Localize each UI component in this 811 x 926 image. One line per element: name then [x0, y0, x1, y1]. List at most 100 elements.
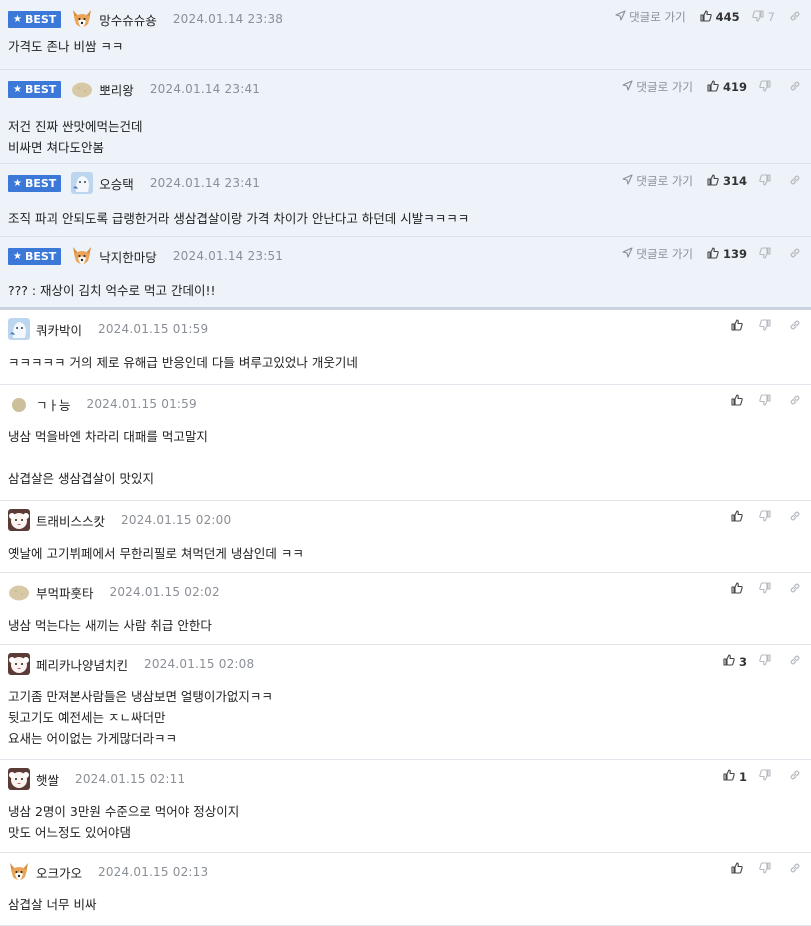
goto-label: 댓글로 가기 [629, 10, 686, 24]
best-label: BEST [24, 176, 57, 190]
dislike-button[interactable] [759, 582, 775, 597]
share-link-button[interactable] [789, 174, 801, 189]
dislike-button[interactable] [759, 319, 775, 334]
avatar[interactable] [8, 509, 30, 531]
dislike-button[interactable] [759, 654, 775, 669]
dislike-button[interactable] [759, 246, 775, 262]
like-button[interactable] [731, 582, 747, 597]
goto-comment-link[interactable]: 댓글로 가기 [615, 9, 686, 25]
star-icon: ★ [13, 83, 22, 95]
nickname[interactable]: ㄱㅏ능 [36, 395, 71, 414]
thumbs-down-icon [759, 862, 775, 877]
avatar[interactable] [71, 245, 93, 267]
comment-text: ??? : 재상이 김치 억수로 먹고 간데이!! [8, 283, 216, 298]
like-count: 139 [722, 247, 747, 261]
dislike-button[interactable] [759, 862, 775, 877]
nickname[interactable]: 부먹파훗타 [36, 583, 94, 602]
send-icon [622, 247, 636, 261]
thumbs-up-icon [707, 246, 723, 262]
like-button[interactable]: 3 [723, 654, 747, 669]
avatar[interactable] [8, 581, 30, 603]
best-comment: ★ BEST 망수슈슈숑 2024.01.14 23:38 댓글로 가기 445 7 가격도 … [0, 0, 811, 70]
nickname[interactable]: 햇쌀 [36, 770, 59, 789]
avatar[interactable] [8, 768, 30, 790]
share-link-button[interactable] [789, 654, 801, 669]
avatar[interactable] [71, 172, 94, 194]
avatar[interactable] [71, 8, 93, 30]
like-button[interactable]: 419 [707, 79, 747, 95]
thumbs-down-icon [759, 79, 775, 95]
share-link-button[interactable] [789, 247, 801, 262]
dislike-button[interactable] [759, 79, 775, 95]
thumbs-down-icon [759, 394, 775, 409]
like-button[interactable] [731, 862, 747, 877]
comment-text: 냉삼 먹는다는 새끼는 사람 취급 안한다 [8, 618, 212, 633]
dislike-button[interactable] [759, 173, 775, 189]
comment-list: ★ BEST 망수슈슈숑 2024.01.14 23:38 댓글로 가기 445 7 가격도 … [0, 0, 811, 926]
comment-actions [731, 319, 801, 334]
share-link-button[interactable] [789, 10, 801, 25]
goto-comment-link[interactable]: 댓글로 가기 [622, 79, 693, 95]
link-icon [789, 319, 801, 334]
comment-header: 햇쌀 2024.01.15 02:11 [8, 768, 185, 790]
avatar[interactable] [8, 653, 30, 675]
best-label: BEST [24, 249, 57, 263]
share-link-button[interactable] [789, 582, 801, 597]
share-link-button[interactable] [789, 510, 801, 525]
avatar[interactable] [8, 318, 30, 340]
comment: 오크가오 2024.01.15 02:13 삼겹살 너무 비싸 [0, 853, 811, 926]
thumbs-up-icon [723, 769, 739, 784]
thumbs-down-icon [759, 654, 775, 669]
best-comment: ★ BEST 오승택 2024.01.14 23:41 댓글로 가기 314 조직 파괴 안… [0, 164, 811, 237]
nickname[interactable]: 뽀리왕 [99, 80, 134, 99]
share-link-button[interactable] [789, 394, 801, 409]
like-button[interactable]: 314 [707, 173, 747, 189]
share-link-button[interactable] [789, 319, 801, 334]
nickname[interactable]: 트래비스스캇 [36, 511, 105, 530]
comment-text: 냉삼 먹을바엔 차라리 대패를 먹고말지 삼겹살은 생삼겹살이 맛있지 [8, 429, 208, 486]
dislike-button[interactable] [759, 394, 775, 409]
like-button[interactable]: 1 [723, 769, 747, 784]
thumbs-down-icon [759, 173, 775, 189]
comment-actions [731, 510, 801, 525]
star-icon: ★ [13, 250, 22, 262]
like-button[interactable]: 139 [707, 246, 747, 262]
thumbs-up-icon [731, 319, 747, 334]
best-badge: ★ BEST [8, 80, 62, 98]
comment-date: 2024.01.15 02:00 [121, 513, 232, 527]
comment: 햇쌀 2024.01.15 02:11 1 냉삼 2명이 3만원 수준으로 먹어야 정… [0, 760, 811, 853]
avatar[interactable] [8, 861, 30, 883]
comment-text: 고기좀 만져본사람들은 냉삼보면 얼탱이가없지ㅋㅋ 뒷고기도 예전세는 ㅈㄴ싸더… [8, 689, 273, 746]
dislike-button[interactable]: 7 [751, 9, 775, 25]
comment-date: 2024.01.15 01:59 [86, 397, 197, 411]
like-button[interactable] [731, 394, 747, 409]
share-link-button[interactable] [789, 80, 801, 95]
comment-date: 2024.01.14 23:51 [172, 249, 284, 263]
nickname[interactable]: 쿼카박이 [36, 320, 82, 339]
share-link-button[interactable] [789, 769, 801, 784]
thumbs-up-icon [731, 394, 747, 409]
like-button[interactable]: 445 [700, 9, 740, 25]
like-button[interactable] [731, 319, 747, 334]
dislike-button[interactable] [759, 510, 775, 525]
goto-comment-link[interactable]: 댓글로 가기 [622, 246, 693, 262]
share-link-button[interactable] [789, 862, 801, 877]
nickname[interactable]: 오크가오 [36, 863, 82, 882]
link-icon [789, 510, 801, 525]
nickname[interactable]: 페리카나양념치킨 [36, 655, 128, 674]
nickname[interactable]: 망수슈슈숑 [99, 10, 157, 29]
goto-comment-link[interactable]: 댓글로 가기 [622, 173, 693, 189]
like-count: 314 [722, 174, 747, 188]
nickname[interactable]: 오승택 [99, 174, 134, 193]
goto-label: 댓글로 가기 [636, 247, 693, 261]
best-comment: ★ BEST 뽀리왕 2024.01.14 23:41 댓글로 가기 419 저건 진짜 싼… [0, 70, 811, 164]
like-button[interactable] [731, 510, 747, 525]
nickname[interactable]: 낙지한마당 [99, 247, 157, 266]
comment-date: 2024.01.15 02:11 [75, 772, 186, 786]
avatar[interactable] [71, 78, 93, 100]
comment-header: 페리카나양념치킨 2024.01.15 02:08 [8, 653, 254, 675]
thumbs-up-icon [731, 862, 747, 877]
avatar[interactable] [8, 393, 30, 415]
dislike-button[interactable] [759, 769, 775, 784]
comment-actions [731, 394, 801, 409]
